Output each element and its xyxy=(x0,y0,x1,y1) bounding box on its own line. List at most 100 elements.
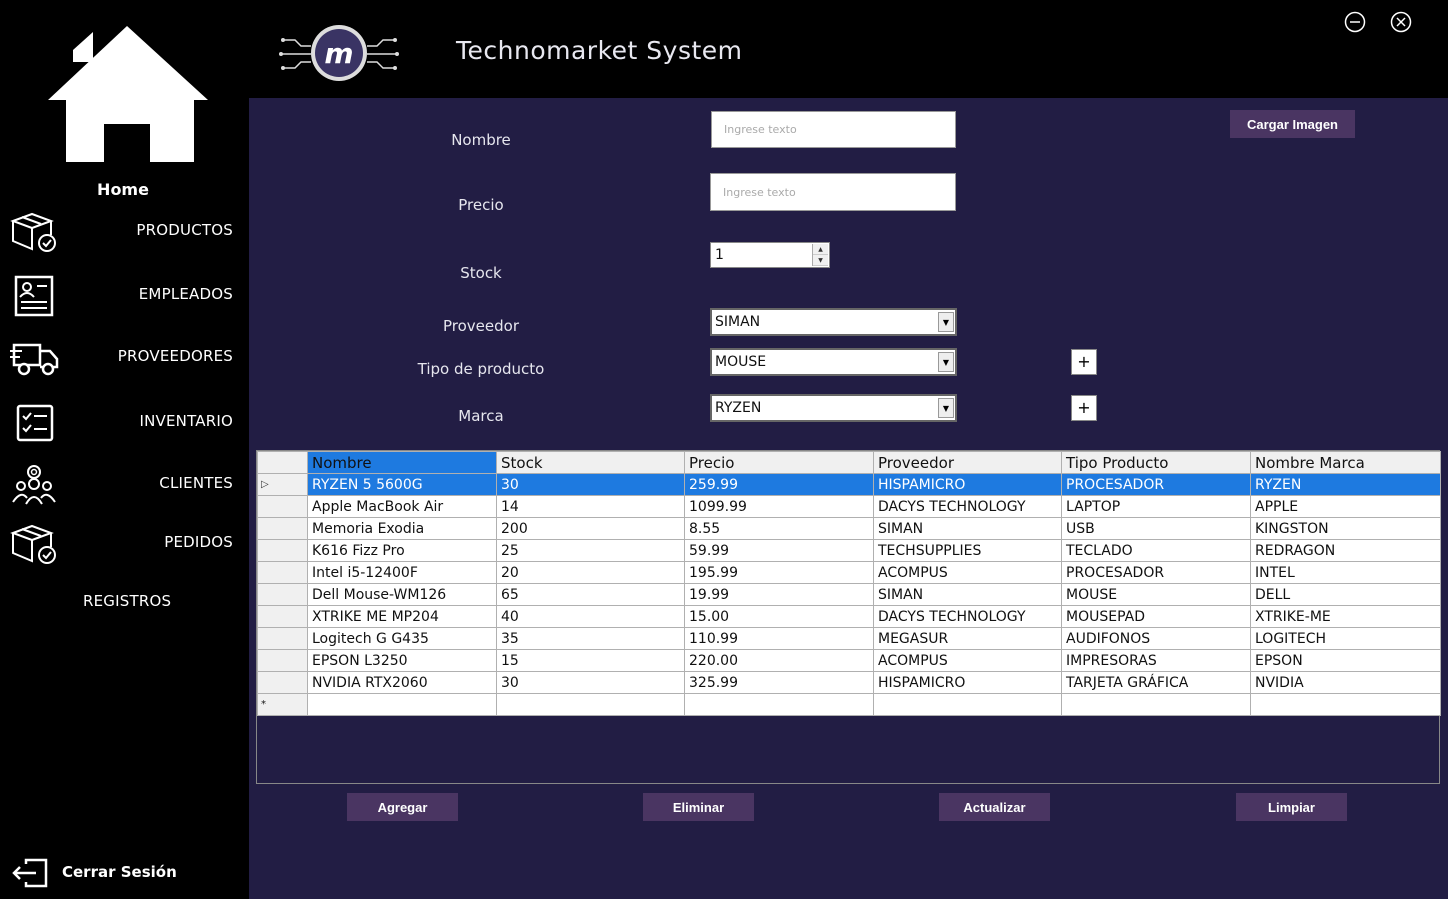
table-cell[interactable]: MEGASUR xyxy=(873,627,1062,650)
table-cell[interactable]: 220.00 xyxy=(684,649,874,672)
table-cell[interactable]: USB xyxy=(1061,517,1251,540)
table-row[interactable]: Logitech G G435 35 110.99 MEGASUR AUDIFONOS L… xyxy=(257,627,1441,650)
table-cell[interactable]: DELL xyxy=(1250,583,1441,606)
table-cell[interactable]: TECHSUPPLIES xyxy=(873,539,1062,562)
table-cell[interactable]: 325.99 xyxy=(684,671,874,694)
table-cell[interactable]: 35 xyxy=(496,627,685,650)
table-row[interactable]: Dell Mouse-WM126 65 19.99 SIMAN MOUSE DELL xyxy=(257,583,1441,606)
table-cell[interactable]: 1099.99 xyxy=(684,495,874,518)
table-cell[interactable]: EPSON L3250 xyxy=(307,649,497,672)
table-cell[interactable]: MOUSEPAD xyxy=(1061,605,1251,628)
table-cell[interactable]: LAPTOP xyxy=(1061,495,1251,518)
precio-input[interactable] xyxy=(710,173,956,211)
actualizar-button[interactable]: Actualizar xyxy=(939,793,1050,821)
table-cell[interactable]: EPSON xyxy=(1250,649,1441,672)
table-cell[interactable] xyxy=(496,693,685,716)
sidebar-item-productos[interactable]: PRODUCTOS xyxy=(0,207,249,257)
row-header[interactable] xyxy=(257,539,308,562)
table-cell[interactable]: DACYS TECHNOLOGY xyxy=(873,495,1062,518)
table-cell[interactable]: ACOMPUS xyxy=(873,649,1062,672)
cargar-imagen-button[interactable]: Cargar Imagen xyxy=(1230,110,1355,138)
table-cell[interactable]: Apple MacBook Air xyxy=(307,495,497,518)
row-header[interactable] xyxy=(257,605,308,628)
marca-select[interactable]: RYZEN ▼ xyxy=(710,394,957,422)
column-header-precio[interactable]: Precio xyxy=(684,451,874,474)
limpiar-button[interactable]: Limpiar xyxy=(1236,793,1347,821)
table-cell[interactable]: 259.99 xyxy=(684,473,874,496)
table-cell[interactable]: HISPAMICRO xyxy=(873,671,1062,694)
table-cell[interactable]: TARJETA GRÁFICA xyxy=(1061,671,1251,694)
new-row[interactable]: * xyxy=(257,693,1441,716)
row-header[interactable] xyxy=(257,583,308,606)
table-cell[interactable]: Dell Mouse-WM126 xyxy=(307,583,497,606)
table-cell[interactable]: NVIDIA xyxy=(1250,671,1441,694)
table-cell[interactable]: RYZEN xyxy=(1250,473,1441,496)
sidebar-item-pedidos[interactable]: PEDIDOS xyxy=(0,519,249,569)
table-cell[interactable]: K616 Fizz Pro xyxy=(307,539,497,562)
table-row[interactable]: K616 Fizz Pro 25 59.99 TECHSUPPLIES TECLADO R… xyxy=(257,539,1441,562)
table-cell[interactable]: 110.99 xyxy=(684,627,874,650)
home-icon[interactable] xyxy=(46,26,208,164)
table-cell[interactable]: 40 xyxy=(496,605,685,628)
minimize-icon[interactable] xyxy=(1344,11,1366,33)
tipo-producto-select[interactable]: MOUSE ▼ xyxy=(710,348,957,376)
table-cell[interactable]: Memoria Exodia xyxy=(307,517,497,540)
sidebar-item-clientes[interactable]: CLIENTES xyxy=(0,460,249,510)
table-cell[interactable]: 15 xyxy=(496,649,685,672)
table-cell[interactable] xyxy=(307,693,497,716)
table-cell[interactable]: XTRIKE ME MP204 xyxy=(307,605,497,628)
stepper-up-icon[interactable]: ▲ xyxy=(813,244,828,255)
table-cell[interactable]: 14 xyxy=(496,495,685,518)
sidebar-item-inventario[interactable]: INVENTARIO xyxy=(0,398,249,448)
eliminar-button[interactable]: Eliminar xyxy=(643,793,754,821)
chevron-down-icon[interactable]: ▼ xyxy=(938,352,954,372)
table-cell[interactable]: 8.55 xyxy=(684,517,874,540)
table-cell[interactable]: SIMAN xyxy=(873,517,1062,540)
table-cell[interactable]: 19.99 xyxy=(684,583,874,606)
table-cell[interactable]: APPLE xyxy=(1250,495,1441,518)
column-header-stock[interactable]: Stock xyxy=(496,451,685,474)
table-cell[interactable]: 65 xyxy=(496,583,685,606)
table-cell[interactable]: DACYS TECHNOLOGY xyxy=(873,605,1062,628)
table-cell[interactable]: PROCESADOR xyxy=(1061,561,1251,584)
table-cell[interactable]: Intel i5-12400F xyxy=(307,561,497,584)
table-cell[interactable] xyxy=(1250,693,1441,716)
table-row[interactable]: Apple MacBook Air 14 1099.99 DACYS TECHNOLO… xyxy=(257,495,1441,518)
chevron-down-icon[interactable]: ▼ xyxy=(938,312,954,332)
table-cell[interactable]: 30 xyxy=(496,671,685,694)
column-header-proveedor[interactable]: Proveedor xyxy=(873,451,1062,474)
add-tipo-button[interactable]: + xyxy=(1071,349,1097,375)
column-header-tipo-producto[interactable]: Tipo Producto xyxy=(1061,451,1251,474)
table-cell[interactable]: LOGITECH xyxy=(1250,627,1441,650)
sidebar-item-registros[interactable]: REGISTROS xyxy=(0,578,249,628)
column-header-nombre-marca[interactable]: Nombre Marca xyxy=(1250,451,1441,474)
table-cell[interactable]: KINGSTON xyxy=(1250,517,1441,540)
table-cell[interactable]: 25 xyxy=(496,539,685,562)
row-header[interactable] xyxy=(257,561,308,584)
logout-button[interactable]: Cerrar Sesión xyxy=(12,856,212,890)
sidebar-item-proveedores[interactable]: PROVEEDORES xyxy=(0,333,249,383)
table-cell[interactable]: 200 xyxy=(496,517,685,540)
table-cell[interactable]: MOUSE xyxy=(1061,583,1251,606)
table-cell[interactable]: 59.99 xyxy=(684,539,874,562)
row-header[interactable] xyxy=(257,495,308,518)
table-cell[interactable] xyxy=(873,693,1062,716)
home-label[interactable]: Home xyxy=(0,180,246,199)
row-header[interactable] xyxy=(257,649,308,672)
table-cell[interactable]: INTEL xyxy=(1250,561,1441,584)
table-row[interactable]: ▷ RYZEN 5 5600G 30 259.99 HISPAMICRO PROCESAD… xyxy=(257,473,1441,496)
table-cell[interactable] xyxy=(684,693,874,716)
column-header-nombre[interactable]: Nombre xyxy=(307,451,497,474)
table-row[interactable]: Intel i5-12400F 20 195.99 ACOMPUS PROCESADOR… xyxy=(257,561,1441,584)
current-row-arrow-icon[interactable]: ▷ xyxy=(257,473,308,496)
close-icon[interactable] xyxy=(1390,11,1412,33)
table-cell[interactable] xyxy=(1061,693,1251,716)
nombre-input[interactable] xyxy=(711,111,956,148)
table-cell[interactable]: XTRIKE-ME xyxy=(1250,605,1441,628)
row-header[interactable] xyxy=(257,517,308,540)
table-cell[interactable]: SIMAN xyxy=(873,583,1062,606)
table-row[interactable]: Memoria Exodia 200 8.55 SIMAN USB KINGSTON xyxy=(257,517,1441,540)
table-cell[interactable]: 195.99 xyxy=(684,561,874,584)
table-row[interactable]: XTRIKE ME MP204 40 15.00 DACYS TECHNOLOGY MO… xyxy=(257,605,1441,628)
row-header[interactable] xyxy=(257,671,308,694)
